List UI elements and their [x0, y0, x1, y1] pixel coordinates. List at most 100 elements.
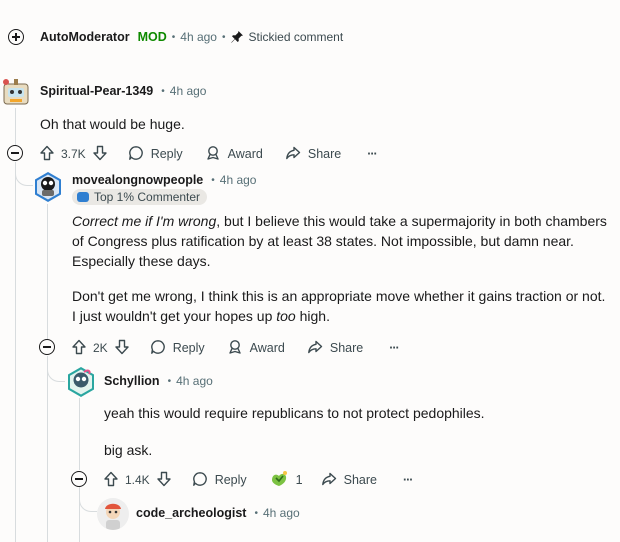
thread-connector [47, 356, 65, 382]
award-count: 1 [295, 473, 303, 487]
comment-actions: 2K Reply Award Share ··· [71, 338, 421, 358]
reply-button[interactable]: Reply [192, 471, 247, 490]
upvote-icon[interactable] [103, 471, 119, 490]
upvote-icon[interactable] [39, 145, 55, 164]
award-label: Award [227, 147, 263, 161]
timestamp[interactable]: 4h ago [176, 374, 213, 388]
upvote-icon[interactable] [71, 339, 87, 358]
share-button[interactable]: Share [307, 339, 363, 358]
timestamp[interactable]: 4h ago [180, 30, 217, 44]
share-label: Share [343, 473, 377, 487]
comment-header: Spiritual-Pear-1349 • 4h ago [40, 83, 206, 99]
more-options-button[interactable]: ··· [389, 341, 399, 355]
expand-thread-button[interactable] [8, 29, 24, 45]
comment-actions: 1.4K Reply 1 Share ··· [103, 470, 434, 490]
thread-line [79, 398, 80, 470]
share-button[interactable]: Share [285, 145, 341, 164]
italic-text: too [276, 308, 296, 324]
paragraph: Don't get me wrong, I think this is an a… [72, 286, 607, 326]
comment-header: code_archeologist • 4h ago [136, 505, 300, 521]
timestamp[interactable]: 4h ago [220, 173, 257, 187]
username[interactable]: Spiritual-Pear-1349 [40, 84, 153, 98]
paragraph-text: Don't get me wrong, I think this is an a… [72, 288, 606, 324]
vote-count: 1.4K [125, 473, 150, 487]
vote-count: 2K [93, 341, 108, 355]
reply-bubble-icon [192, 471, 215, 490]
downvote-icon[interactable] [114, 339, 130, 358]
username[interactable]: movealongnowpeople [72, 173, 203, 187]
separator-dot: • [161, 85, 165, 97]
avatar[interactable] [97, 498, 129, 530]
commenter-flair-icon [77, 192, 89, 202]
comment-actions: 3.7K Reply Award Share ··· [39, 144, 399, 164]
username[interactable]: code_archeologist [136, 506, 246, 520]
timestamp[interactable]: 4h ago [170, 84, 207, 98]
collapse-thread-button[interactable] [39, 339, 55, 355]
reply-bubble-icon [128, 145, 151, 164]
share-button[interactable]: Share [321, 471, 377, 490]
reply-button[interactable]: Reply [150, 339, 205, 358]
paragraph-text: high. [295, 308, 330, 324]
italic-text: Correct me if I'm wrong [72, 213, 217, 229]
thread-line [15, 162, 16, 542]
share-icon [307, 339, 330, 358]
comment-header: movealongnowpeople • 4h ago [72, 172, 256, 188]
award-button[interactable]: Award [205, 145, 263, 164]
vote-group: 2K [71, 339, 130, 358]
username[interactable]: Schyllion [104, 374, 160, 388]
downvote-icon[interactable] [92, 145, 108, 164]
paragraph: Correct me if I'm wrong, but I believe t… [72, 211, 607, 271]
reply-button[interactable]: Reply [128, 145, 183, 164]
flair-badge: Top 1% Commenter [72, 189, 208, 205]
stickied-label: Stickied comment [248, 30, 344, 44]
comment-header: Schyllion • 4h ago [104, 373, 213, 389]
reply-label: Reply [150, 147, 183, 161]
more-icon: ··· [367, 147, 377, 161]
vote-group: 3.7K [39, 145, 108, 164]
avatar[interactable] [66, 366, 96, 398]
separator-dot: • [211, 174, 215, 186]
share-icon [285, 145, 308, 164]
username[interactable]: AutoModerator [40, 30, 130, 44]
award-icon [227, 339, 250, 358]
separator-dot: • [221, 31, 226, 43]
timestamp[interactable]: 4h ago [263, 506, 300, 520]
pin-icon [230, 30, 244, 44]
separator-dot: • [254, 507, 258, 519]
reply-label: Reply [214, 473, 247, 487]
mod-badge: MOD [137, 30, 167, 44]
vote-group: 1.4K [103, 471, 172, 490]
avatar[interactable] [0, 76, 32, 108]
collapse-thread-button[interactable] [71, 471, 87, 487]
reply-label: Reply [172, 341, 205, 355]
paragraph: big ask. [104, 442, 153, 458]
share-icon [321, 471, 344, 490]
comment-body: yeah this would require republicans to n… [104, 403, 604, 460]
separator-dot: • [171, 31, 176, 43]
more-options-button[interactable]: ··· [367, 147, 377, 161]
flair-label: Top 1% Commenter [94, 190, 201, 204]
vote-count: 3.7K [61, 147, 86, 161]
paragraph: yeah this would require republicans to n… [104, 405, 485, 421]
award-button[interactable]: 1 [269, 470, 303, 491]
reply-bubble-icon [150, 339, 173, 358]
award-icon [205, 145, 228, 164]
automod-header: AutoModerator MOD • 4h ago • Stickied co… [40, 29, 343, 45]
helpful-award-icon [269, 470, 296, 491]
thread-line [47, 204, 48, 340]
more-options-button[interactable]: ··· [403, 473, 413, 487]
award-button[interactable]: Award [227, 339, 285, 358]
share-label: Share [307, 147, 342, 161]
share-label: Share [329, 341, 364, 355]
award-label: Award [249, 341, 285, 355]
comment-body: Oh that would be huge. [40, 116, 185, 132]
downvote-icon[interactable] [156, 471, 172, 490]
comment-body: Correct me if I'm wrong, but I believe t… [72, 211, 607, 326]
thread-connector [79, 486, 97, 512]
more-icon: ··· [389, 341, 399, 355]
collapse-thread-button[interactable] [7, 145, 23, 161]
avatar[interactable] [33, 171, 63, 203]
more-icon: ··· [402, 473, 413, 487]
separator-dot: • [167, 375, 172, 387]
thread-line [47, 356, 48, 542]
